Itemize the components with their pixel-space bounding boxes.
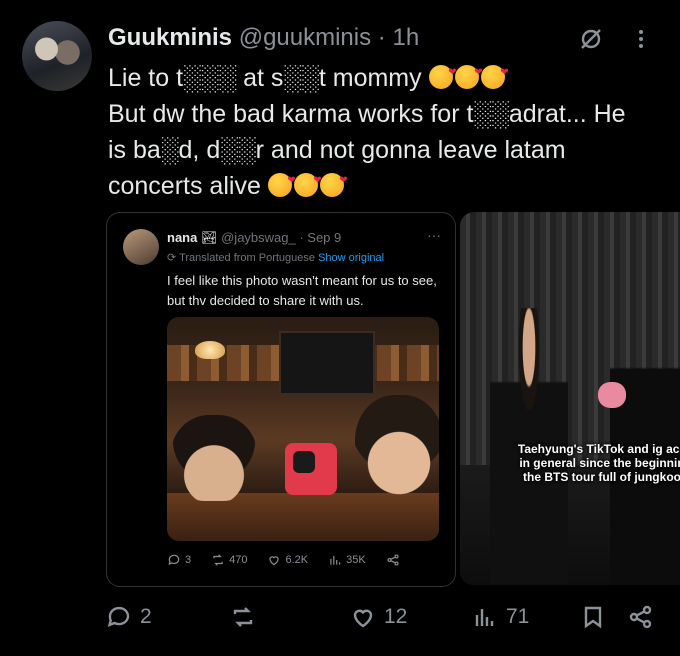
author-name[interactable]: Guukminis: [108, 24, 232, 51]
reply-icon: [107, 606, 130, 627]
quoted-text: I feel like this photo wasn't meant for …: [167, 273, 437, 308]
reply-icon: [168, 554, 180, 566]
badge-icon: 🏞: [200, 230, 218, 245]
tweet-line-2: But dw the bad karma works for t░░adrat.…: [108, 96, 648, 204]
quoted-reply-button[interactable]: 3: [167, 553, 191, 567]
heart-icon: [269, 556, 280, 566]
share-icon: [387, 554, 399, 566]
video-caption: Taehyung's TikTok and ig acc in general …: [517, 442, 680, 484]
quoted-action-bar: 3 470 6.2K 35K: [167, 553, 447, 567]
quoted-photo[interactable]: [167, 317, 439, 541]
video-thumbnail[interactable]: Taehyung's TikTok and ig acc in general …: [460, 212, 680, 585]
kiss-emoji-icon: [293, 163, 322, 199]
views-button[interactable]: 71: [472, 604, 529, 630]
repost-button[interactable]: [230, 604, 264, 630]
translation-note: ⟳ Translated from Portuguese Show origin…: [167, 251, 384, 264]
quoted-share-button[interactable]: [386, 553, 400, 567]
reply-count: 2: [140, 605, 152, 628]
share-icon: [629, 605, 652, 629]
tweet-text: Lie to t░░░ at s░░t mommy But dw the bad…: [108, 55, 648, 204]
bookmark-icon: [584, 606, 602, 629]
more-icon[interactable]: [636, 26, 646, 59]
kiss-emoji-icon: [319, 163, 348, 199]
heart-icon: [353, 609, 373, 628]
share-button[interactable]: [628, 604, 654, 630]
author-avatar[interactable]: [22, 21, 92, 91]
kiss-emoji-icon: [480, 55, 509, 91]
author-handle[interactable]: @guukminis: [239, 24, 371, 51]
quoted-views-button[interactable]: 35K: [328, 553, 366, 567]
grok-icon[interactable]: [578, 26, 604, 59]
repost-icon: [213, 554, 223, 566]
quoted-more-icon[interactable]: ···: [427, 227, 441, 243]
quoted-handle[interactable]: @jaybswag_ · Sep 9: [221, 230, 341, 245]
tweet-media: nana 🏞 @jaybswag_ · Sep 9 ··· ⟳ Translat…: [106, 212, 680, 587]
kiss-emoji-icon: [267, 163, 296, 199]
like-count: 12: [384, 605, 408, 628]
reply-button[interactable]: 2: [106, 604, 152, 630]
kiss-emoji-icon: [428, 55, 457, 91]
separator-dot: ·: [377, 24, 386, 51]
view-count: 71: [506, 605, 530, 628]
translate-icon: ⟳: [167, 252, 177, 264]
tweet-action-bar: 2 12 71: [106, 604, 666, 638]
views-icon: [330, 555, 341, 565]
quoted-like-button[interactable]: 6.2K: [267, 553, 308, 567]
bookmark-button[interactable]: [580, 604, 606, 630]
repost-icon: [233, 607, 253, 627]
quoted-repost-button[interactable]: 470: [211, 553, 247, 567]
kiss-emoji-icon: [454, 55, 483, 91]
like-button[interactable]: 12: [350, 604, 407, 630]
quoted-header: nana 🏞 @jaybswag_ · Sep 9: [167, 230, 341, 246]
translated-label: Translated from Portuguese: [179, 252, 316, 264]
views-icon: [475, 609, 494, 626]
quoted-author-name[interactable]: nana: [167, 230, 197, 245]
tweet-line-1: Lie to t░░░ at s░░t mommy: [108, 55, 648, 96]
quoted-tweet-card[interactable]: nana 🏞 @jaybswag_ · Sep 9 ··· ⟳ Translat…: [106, 212, 456, 587]
tweet-time[interactable]: 1h: [392, 24, 419, 51]
show-original-link[interactable]: Show original: [318, 252, 384, 264]
quoted-avatar[interactable]: [123, 229, 159, 265]
tweet-header: Guukminis @guukminis · 1h: [108, 24, 419, 52]
